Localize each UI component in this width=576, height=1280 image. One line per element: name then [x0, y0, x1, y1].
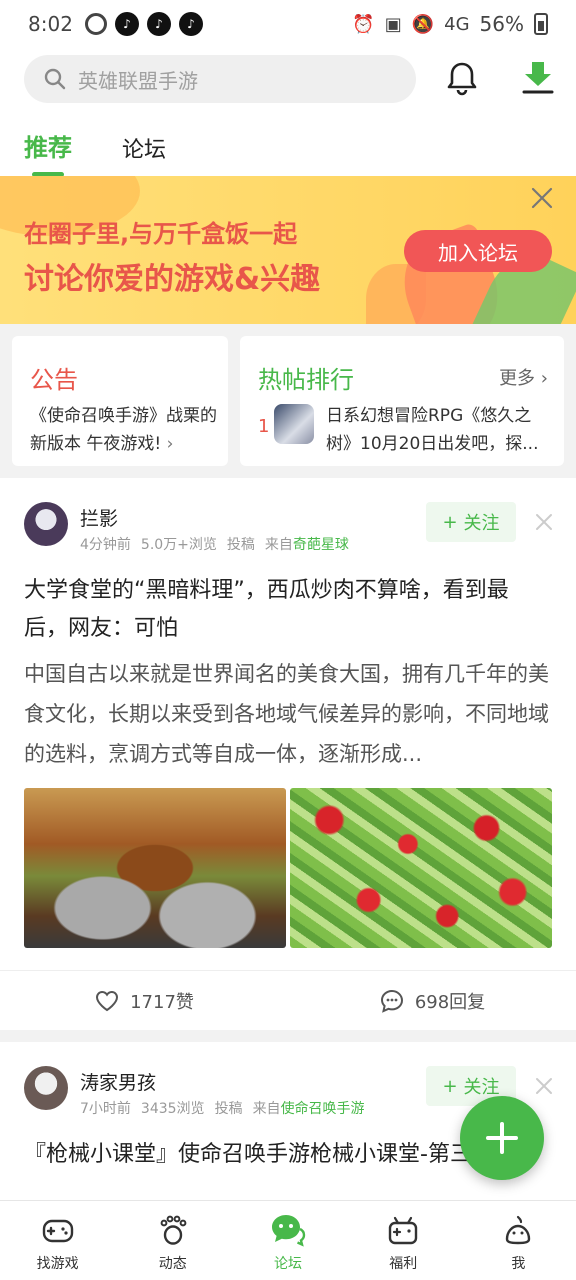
hot-posts-title: 热帖排行 [258, 366, 354, 394]
notice-text: 《使命召唤手游》战栗的新版本 午夜游戏! › [30, 406, 217, 454]
search-icon [44, 68, 66, 90]
avatar[interactable] [24, 1066, 68, 1110]
more-link[interactable]: 更多 › [499, 364, 548, 390]
heart-icon [96, 990, 119, 1012]
nav-find-games[interactable]: 找游戏 [0, 1201, 115, 1280]
create-post-button[interactable] [460, 1096, 544, 1180]
post-image-strawberry-celery[interactable] [290, 788, 552, 948]
profile-icon [506, 1215, 531, 1245]
hot-posts-card[interactable]: 热帖排行 更多 › 1 日系幻想冒险RPG《悠久之树》10月20日出发吧，探..… [240, 336, 564, 466]
tab-recommend[interactable]: 推荐 [24, 128, 72, 177]
reply-button[interactable]: 698回复 [288, 972, 576, 1030]
bell-icon [447, 62, 477, 96]
close-icon [531, 187, 553, 209]
post-actions: 1717赞 698回复 [0, 972, 576, 1030]
tiktok-icon: ♪ [178, 12, 203, 36]
info-cards: 公告 《使命召唤手游》战栗的新版本 午夜游戏! › 热帖排行 更多 › 1 日系… [12, 336, 564, 466]
search-bar[interactable]: 英雄联盟手游 [24, 55, 416, 103]
hot-post-text[interactable]: 日系幻想冒险RPG《悠久之树》10月20日出发吧，探... [326, 402, 552, 458]
source-link[interactable]: 奇葩星球 [293, 537, 349, 553]
feed-post[interactable]: 拦影 4分钟前 5.0万+浏览 投稿 来自奇葩星球 + 关注 大学食堂的“黑暗料理… [0, 478, 576, 1030]
banner-title: 讨论你爱的游戏&兴趣 [24, 262, 321, 297]
search-input[interactable]: 英雄联盟手游 [78, 65, 198, 94]
alarm-icon: ⏰ [352, 13, 375, 35]
battery-icon [534, 13, 548, 35]
nav-me[interactable]: 我 [461, 1201, 576, 1280]
tiktok-icon: ♪ [146, 12, 171, 36]
notification-button[interactable] [442, 58, 482, 102]
dismiss-post-button[interactable] [534, 512, 554, 536]
battery-percent: 56% [479, 12, 524, 36]
chevron-right-icon: › [540, 368, 548, 389]
volte-icon: ▣ [384, 13, 402, 35]
post-meta: 7小时前 3435浏览 投稿 来自使命召唤手游 [80, 1101, 365, 1117]
avatar[interactable] [24, 502, 68, 546]
close-icon [536, 1078, 552, 1094]
bottom-nav: 找游戏 动态 论坛 福利 我 [0, 1200, 576, 1280]
banner-close-button[interactable] [530, 186, 554, 214]
promo-banner[interactable]: 在圈子里,与万千盒饭一起 讨论你爱的游戏&兴趣 加入论坛 [0, 176, 576, 324]
chevron-right-icon: › [166, 434, 174, 454]
signal-icon: 4G [444, 13, 470, 35]
post-image-canteen[interactable] [24, 788, 286, 948]
dismiss-post-button[interactable] [534, 1076, 554, 1100]
plus-icon: + [442, 511, 458, 533]
notice-card[interactable]: 公告 《使命召唤手游》战栗的新版本 午夜游戏! › [12, 336, 228, 466]
tab-forum[interactable]: 论坛 [122, 132, 166, 164]
post-title[interactable]: 大学食堂的“黑暗料理”，西瓜炒肉不算啥，看到最后，网友：可怕 [24, 572, 544, 648]
join-forum-button[interactable]: 加入论坛 [404, 230, 552, 272]
chat-bubble-icon [272, 1215, 306, 1247]
game-thumbnail [274, 404, 314, 444]
download-button[interactable] [518, 58, 558, 102]
post-excerpt: 中国自古以来就是世界闻名的美食大国，拥有几千年的美食文化，长期以来受到各地域气候… [24, 662, 549, 766]
like-button[interactable]: 1717赞 [0, 972, 288, 1030]
gift-icon [389, 1216, 418, 1245]
nav-forum[interactable]: 论坛 [230, 1201, 345, 1280]
tiktok-icon: ♪ [114, 12, 139, 36]
nav-welfare[interactable]: 福利 [346, 1201, 461, 1280]
notice-title: 公告 [30, 366, 78, 394]
follow-button[interactable]: + 关注 [426, 502, 516, 542]
post-meta: 4分钟前 5.0万+浏览 投稿 来自奇葩星球 [80, 537, 349, 553]
gamepad-icon [42, 1219, 73, 1243]
footprint-icon [160, 1215, 187, 1245]
sync-icon [84, 13, 107, 35]
mute-icon: 🔕 [411, 13, 435, 35]
author-name[interactable]: 涛家男孩 [80, 1068, 156, 1095]
status-time: 8:02 [28, 12, 73, 36]
hot-rank-number: 1 [258, 416, 270, 437]
nav-feed[interactable]: 动态 [115, 1201, 230, 1280]
plus-icon: + [442, 1075, 458, 1097]
status-bar: 8:02 ♪ ♪ ♪ ⏰ ▣ 🔕 4G 56% [0, 0, 576, 48]
source-link[interactable]: 使命召唤手游 [281, 1101, 365, 1117]
close-icon [536, 514, 552, 530]
download-icon [522, 62, 554, 94]
divider [0, 970, 576, 971]
header: 英雄联盟手游 推荐 论坛 [0, 48, 576, 177]
author-name[interactable]: 拦影 [80, 504, 118, 531]
plus-icon [486, 1122, 518, 1154]
notification-icons: ♪ ♪ ♪ [84, 12, 203, 36]
comment-icon [380, 989, 403, 1013]
banner-subtitle: 在圈子里,与万千盒饭一起 [24, 220, 298, 248]
